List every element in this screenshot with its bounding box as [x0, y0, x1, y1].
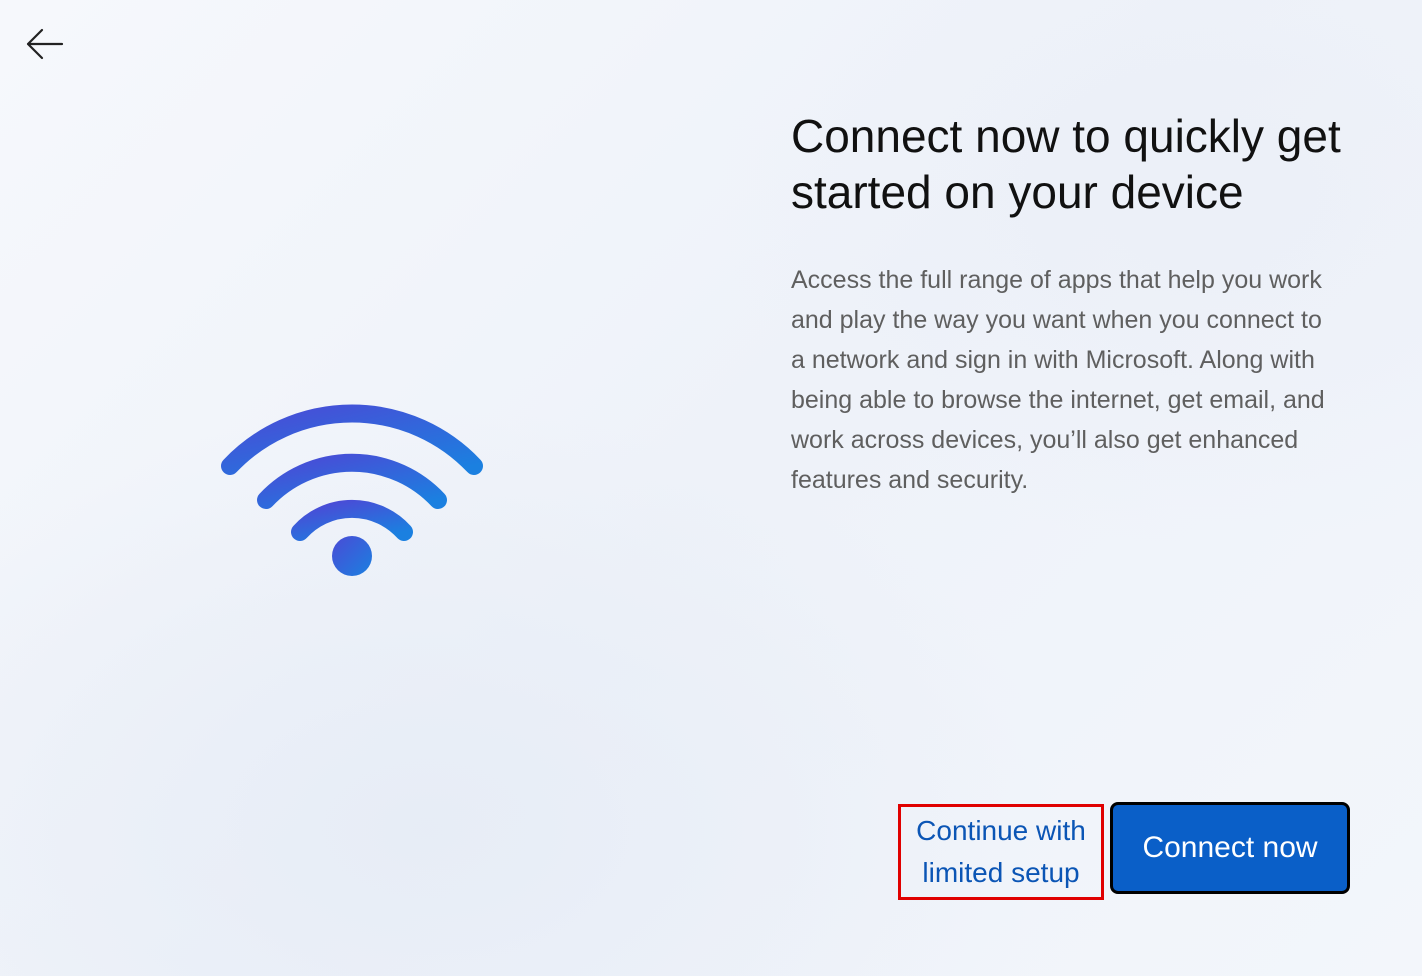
page-description: Access the full range of apps that help …: [791, 266, 1325, 494]
continue-limited-setup-line2: limited setup: [922, 857, 1080, 888]
wifi-icon: [221, 404, 483, 576]
arrow-left-icon: [26, 28, 64, 60]
back-button[interactable]: [20, 24, 68, 64]
connect-now-label: Connect now: [1116, 808, 1344, 888]
content-panel: Connect now to quickly get started on yo…: [791, 108, 1351, 500]
page-title: Connect now to quickly get started on yo…: [791, 110, 1341, 218]
continue-limited-setup-button[interactable]: Continue with limited setup: [898, 804, 1104, 900]
connect-now-button[interactable]: Connect now: [1110, 802, 1350, 894]
continue-limited-setup-label: Continue with limited setup: [916, 810, 1086, 894]
continue-limited-setup-line1: Continue with: [916, 815, 1086, 846]
wifi-illustration: [212, 380, 492, 590]
